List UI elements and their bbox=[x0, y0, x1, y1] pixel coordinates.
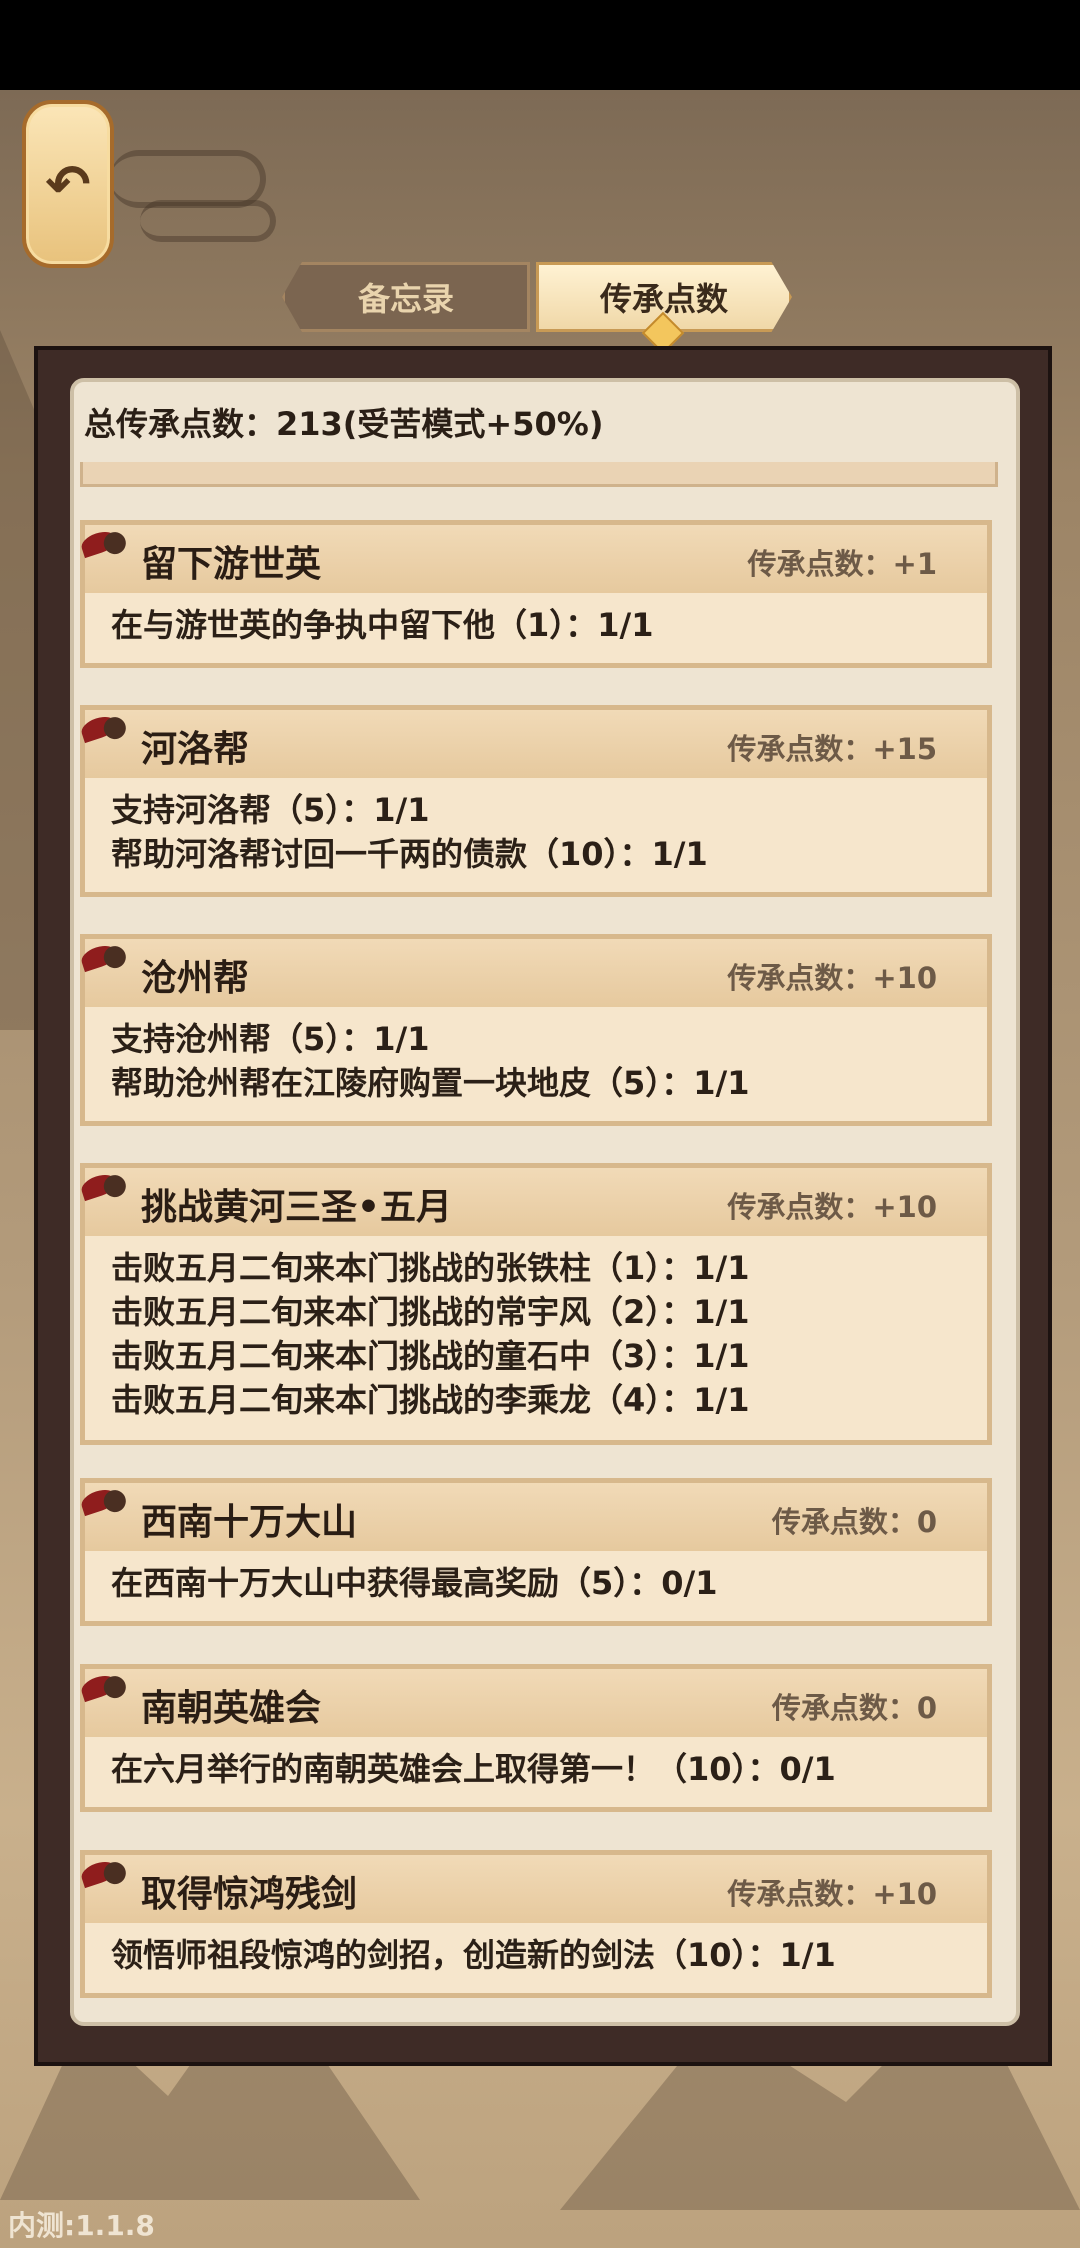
card-header: 南朝英雄会 传承点数：0 bbox=[78, 1669, 987, 1737]
achievement-card[interactable]: 河洛帮 传承点数：+15 支持河洛帮（5）：1/1 帮助河洛帮讨回一千两的债款（10）… bbox=[78, 705, 992, 897]
card-title: 挑战黄河三圣•五月 bbox=[141, 1187, 453, 1228]
back-button[interactable]: ↶ bbox=[22, 100, 114, 268]
card-title: 河洛帮 bbox=[141, 729, 250, 770]
card-body: 支持河洛帮（5）：1/1 帮助河洛帮讨回一千两的债款（10）：1/1 bbox=[85, 778, 987, 876]
red-ribbon-icon bbox=[78, 941, 129, 973]
ribbon-knob-icon bbox=[100, 1859, 129, 1887]
card-condition-line: 在与游世英的争执中留下他（1）：1/1 bbox=[111, 606, 654, 644]
achievement-card[interactable]: 西南十万大山 传承点数：0 在西南十万大山中获得最高奖励（5）：0/1 bbox=[78, 1478, 992, 1626]
ribbon-knob-icon bbox=[100, 1673, 129, 1701]
card-points: 传承点数：+10 bbox=[727, 1190, 937, 1224]
achievement-card[interactable]: 挑战黄河三圣•五月 传承点数：+10 击败五月二旬来本门挑战的张铁柱（1）：1/1 击… bbox=[78, 1163, 992, 1445]
ribbon-knob-icon bbox=[100, 943, 129, 971]
card-title: 沧州帮 bbox=[141, 958, 250, 999]
card-condition-line: 在六月举行的南朝英雄会上取得第一！（10）：0/1 bbox=[111, 1750, 836, 1788]
achievement-card[interactable]: 取得惊鸿残剑 传承点数：+10 领悟师祖段惊鸿的剑招，创造新的剑法（10）：1/1 bbox=[78, 1850, 992, 1998]
tab-memo[interactable]: 备忘录 bbox=[282, 262, 530, 332]
card-condition-line: 支持河洛帮（5）：1/1 bbox=[111, 791, 430, 829]
total-points-label: 总传承点数：213(受苦模式+50%) bbox=[84, 405, 604, 443]
card-body: 在与游世英的争执中留下他（1）：1/1 bbox=[85, 593, 987, 647]
card-header: 河洛帮 传承点数：+15 bbox=[78, 710, 987, 778]
red-ribbon-icon bbox=[78, 712, 129, 744]
ribbon-knob-icon bbox=[100, 529, 129, 557]
card-condition-line: 击败五月二旬来本门挑战的李乘龙（4）：1/1 bbox=[111, 1381, 750, 1419]
achievement-card[interactable]: 沧州帮 传承点数：+10 支持沧州帮（5）：1/1 帮助沧州帮在江陵府购置一块地皮（5… bbox=[78, 934, 992, 1126]
card-condition-line: 帮助沧州帮在江陵府购置一块地皮（5）：1/1 bbox=[111, 1064, 750, 1102]
achievement-card[interactable]: 留下游世英 传承点数：+1 在与游世英的争执中留下他（1）：1/1 bbox=[78, 520, 992, 668]
card-points: 传承点数：+10 bbox=[727, 1877, 937, 1911]
tab-bar: 备忘录 传承点数 bbox=[282, 262, 792, 332]
card-body: 在西南十万大山中获得最高奖励（5）：0/1 bbox=[85, 1551, 987, 1605]
card-points: 传承点数：+15 bbox=[727, 732, 937, 766]
card-header: 西南十万大山 传承点数：0 bbox=[78, 1483, 987, 1551]
card-title: 南朝英雄会 bbox=[141, 1688, 322, 1729]
card-condition-line: 在西南十万大山中获得最高奖励（5）：0/1 bbox=[111, 1564, 718, 1602]
card-points: 传承点数：+10 bbox=[727, 961, 937, 995]
card-body: 领悟师祖段惊鸿的剑招，创造新的剑法（10）：1/1 bbox=[85, 1923, 987, 1977]
achievement-card[interactable]: 南朝英雄会 传承点数：0 在六月举行的南朝英雄会上取得第一！（10）：0/1 bbox=[78, 1664, 992, 1812]
cloud-decoration bbox=[140, 200, 276, 242]
red-ribbon-icon bbox=[78, 1485, 129, 1517]
ribbon-knob-icon bbox=[100, 1172, 129, 1200]
card-header: 挑战黄河三圣•五月 传承点数：+10 bbox=[78, 1168, 987, 1236]
red-ribbon-icon bbox=[78, 1170, 129, 1202]
card-header: 取得惊鸿残剑 传承点数：+10 bbox=[78, 1855, 987, 1923]
ribbon-knob-icon bbox=[100, 714, 129, 742]
card-condition-line: 击败五月二旬来本门挑战的张铁柱（1）：1/1 bbox=[111, 1249, 750, 1287]
card-header: 沧州帮 传承点数：+10 bbox=[78, 939, 987, 1007]
card-points: 传承点数：0 bbox=[771, 1691, 937, 1725]
red-ribbon-icon bbox=[78, 527, 129, 559]
card-condition-line: 支持沧州帮（5）：1/1 bbox=[111, 1020, 430, 1058]
separator bbox=[80, 462, 998, 487]
card-title: 西南十万大山 bbox=[141, 1502, 358, 1543]
card-title: 取得惊鸿残剑 bbox=[141, 1874, 358, 1915]
card-title: 留下游世英 bbox=[141, 544, 322, 585]
return-arrow-icon: ↶ bbox=[45, 152, 91, 216]
card-points: 传承点数：0 bbox=[771, 1505, 937, 1539]
card-header: 留下游世英 传承点数：+1 bbox=[78, 525, 987, 593]
red-ribbon-icon bbox=[78, 1857, 129, 1889]
card-condition-line: 领悟师祖段惊鸿的剑招，创造新的剑法（10）：1/1 bbox=[111, 1936, 836, 1974]
version-label: 内测:1.1.8 bbox=[8, 2209, 155, 2242]
card-condition-line: 击败五月二旬来本门挑战的童石中（3）：1/1 bbox=[111, 1337, 750, 1375]
card-body: 在六月举行的南朝英雄会上取得第一！（10）：0/1 bbox=[85, 1737, 987, 1791]
ribbon-knob-icon bbox=[100, 1487, 129, 1515]
card-points: 传承点数：+1 bbox=[747, 547, 937, 581]
red-ribbon-icon bbox=[78, 1671, 129, 1703]
card-body: 击败五月二旬来本门挑战的张铁柱（1）：1/1 击败五月二旬来本门挑战的常宇风（2）… bbox=[85, 1236, 987, 1422]
card-body: 支持沧州帮（5）：1/1 帮助沧州帮在江陵府购置一块地皮（5）：1/1 bbox=[85, 1007, 987, 1105]
card-condition-line: 击败五月二旬来本门挑战的常宇风（2）：1/1 bbox=[111, 1293, 750, 1331]
card-condition-line: 帮助河洛帮讨回一千两的债款（10）：1/1 bbox=[111, 835, 708, 873]
status-bar bbox=[0, 0, 1080, 90]
